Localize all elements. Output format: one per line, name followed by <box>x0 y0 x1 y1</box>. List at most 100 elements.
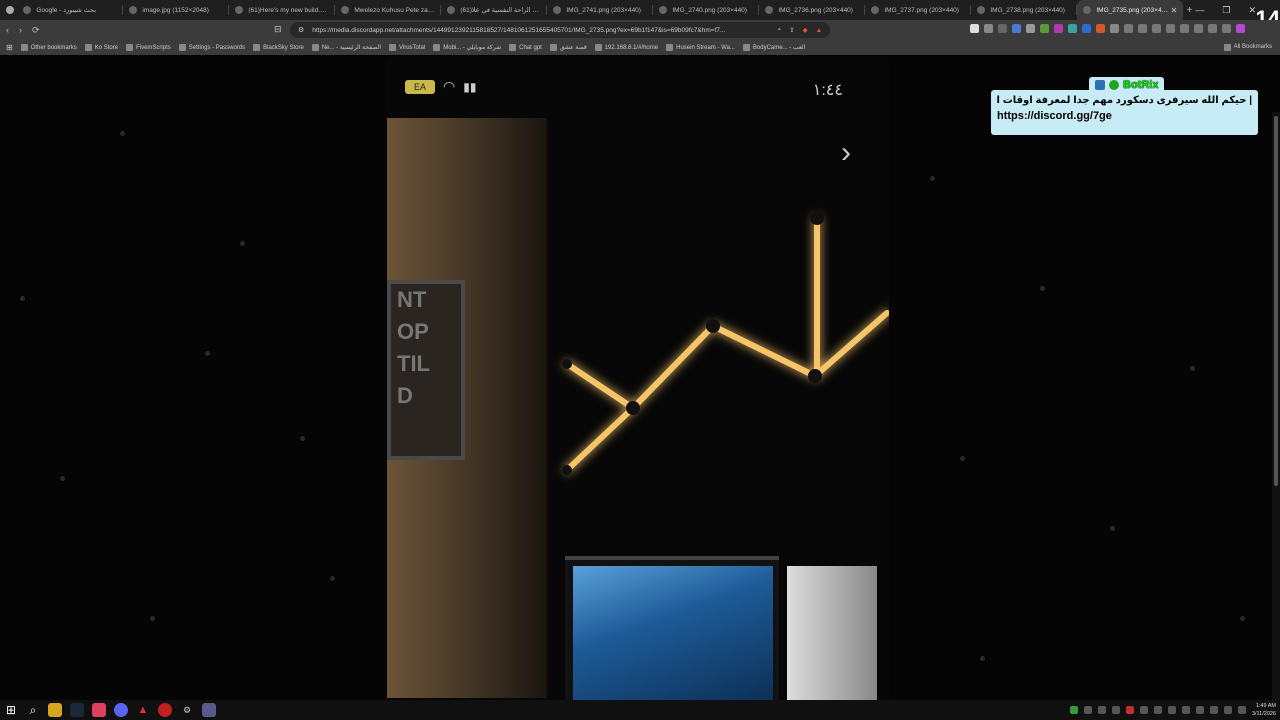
app-icon[interactable] <box>92 703 106 717</box>
image-view[interactable]: EA ◠ ▮▮ ١:٤٤ NT OP TIL D › <box>387 58 889 700</box>
extension-icon[interactable] <box>1194 24 1203 33</box>
share-icon[interactable]: ⇪ <box>789 26 794 34</box>
extension-icon[interactable] <box>1012 24 1021 33</box>
tray-icon[interactable] <box>1181 706 1190 714</box>
background-dot <box>20 296 25 301</box>
taskbar-clock[interactable]: 1:49 AM 3/11/2026 <box>1252 702 1276 718</box>
tray-icon[interactable] <box>1139 706 1148 714</box>
extension-icon[interactable] <box>1152 24 1161 33</box>
wifi-tray-icon[interactable] <box>1223 706 1232 714</box>
tray-icon[interactable] <box>1195 706 1204 714</box>
brave-rewards-icon[interactable]: ▲ <box>816 27 822 34</box>
settings-icon[interactable]: ⚙ <box>180 703 194 717</box>
apps-icon[interactable]: ⊞ <box>6 43 13 52</box>
bookmark-item[interactable]: BlackSky Store <box>253 44 304 51</box>
extension-icon[interactable] <box>1054 24 1063 33</box>
extension-icon[interactable] <box>1180 24 1189 33</box>
tray-icon[interactable] <box>1083 706 1092 714</box>
extension-icon[interactable] <box>998 24 1007 33</box>
all-bookmarks[interactable]: All Bookmarks <box>1223 40 1272 55</box>
new-tab-button[interactable]: + <box>1183 5 1195 16</box>
steam-icon[interactable] <box>70 703 84 717</box>
bookmark-item[interactable]: Husein Stream - Wa... <box>666 44 735 51</box>
extension-icon[interactable] <box>1110 24 1119 33</box>
browser-tab[interactable]: (61)Here's my new build.❤️😊 <box>229 0 336 20</box>
browser-tab[interactable]: IMG_2741.png (203×440) <box>547 0 654 20</box>
tray-icon[interactable] <box>1097 706 1106 714</box>
profile-icon[interactable] <box>1236 24 1245 33</box>
bookmark-item[interactable]: Other bookmarks <box>20 44 77 51</box>
browser-tab[interactable]: (61)أهمية الراحة النفسية في علا <box>441 0 548 20</box>
tab-favicon-icon <box>129 6 138 14</box>
bookmark-item[interactable]: VirusTotal <box>388 44 425 51</box>
tray-icon[interactable] <box>1069 706 1078 714</box>
tray-icon[interactable] <box>1167 706 1176 714</box>
browser-tab[interactable]: Mwelezo Kuhusu Pete za B... <box>335 0 442 20</box>
browser-tab[interactable]: IMG_2735.png (203×440) ✕ <box>1077 0 1184 20</box>
bookmark-item[interactable]: 192.168.8.1/#/home <box>594 44 659 51</box>
bookmark-label: Chat gpt <box>519 44 542 51</box>
back-icon[interactable]: ‹ <box>6 25 9 35</box>
tray-icon[interactable] <box>1153 706 1162 714</box>
url-text[interactable]: https://media.discordapp.net/attachments… <box>312 27 769 34</box>
app-icon[interactable]: ▲ <box>136 703 150 717</box>
extension-icon[interactable] <box>970 24 979 33</box>
background-dot <box>300 436 305 441</box>
tray-icon[interactable] <box>1125 706 1134 714</box>
zoom-icon[interactable]: ⌕ <box>777 26 781 34</box>
extension-icon[interactable] <box>1040 24 1049 33</box>
bookmark-item[interactable]: Ko Store <box>84 44 118 51</box>
windows-start-icon[interactable]: ⊞ <box>4 703 18 717</box>
app-icon[interactable] <box>202 703 216 717</box>
extension-icon[interactable] <box>1208 24 1217 33</box>
bookmark-item[interactable]: FivemScripts <box>126 44 171 51</box>
scrollbar-thumb[interactable] <box>1274 116 1278 486</box>
browser-tab[interactable]: IMG_2736.png (203×440) <box>759 0 866 20</box>
browser-menu-icon[interactable] <box>0 0 17 20</box>
brave-shield-icon[interactable]: ◆ <box>803 26 808 34</box>
bookmark-item[interactable]: BodyCame... - العب <box>742 44 806 51</box>
app-icon[interactable] <box>158 703 172 717</box>
extension-icon[interactable] <box>1124 24 1133 33</box>
extension-icon[interactable] <box>1138 24 1147 33</box>
bookmark-page-icon[interactable]: ⊟ <box>274 24 282 35</box>
bookmark-item[interactable]: قصة عشق <box>549 44 587 51</box>
chat-message-link[interactable]: https://discord.gg/7ge <box>997 110 1252 122</box>
tray-icon[interactable] <box>1111 706 1120 714</box>
extension-icon[interactable] <box>1068 24 1077 33</box>
extension-icon[interactable] <box>1166 24 1175 33</box>
extension-icon[interactable] <box>1222 24 1231 33</box>
bookmark-label: قصة عشق <box>559 45 587 51</box>
site-info-icon[interactable]: ⚙ <box>298 26 304 34</box>
browser-tab[interactable]: image.jpg (1152×2048) <box>123 0 230 20</box>
tray-icon[interactable] <box>1209 706 1218 714</box>
discord-icon[interactable] <box>114 703 128 717</box>
bookmark-item[interactable]: Ne... - الصفحة الرئيسية <box>311 44 381 51</box>
bookmark-label: 192.168.8.1/#/home <box>604 44 659 51</box>
extension-icon[interactable] <box>1026 24 1035 33</box>
maximize-button[interactable]: ❐ <box>1222 5 1230 16</box>
next-arrow-icon[interactable]: › <box>841 136 851 170</box>
browser-tab[interactable]: IMG_2740.png (203×440) <box>653 0 760 20</box>
bookmark-item[interactable]: Chat gpt <box>509 44 542 51</box>
close-tab-icon[interactable]: ✕ <box>1171 6 1178 15</box>
search-icon[interactable]: ⌕ <box>26 703 40 717</box>
browser-tab[interactable]: IMG_2737.png (203×440) <box>865 0 972 20</box>
minimize-button[interactable]: — <box>1195 5 1204 15</box>
browser-tab[interactable]: IMG_2738.png (203×440) <box>971 0 1078 20</box>
extension-icon[interactable] <box>984 24 993 33</box>
background-dot <box>960 456 965 461</box>
address-bar[interactable]: ⚙ https://media.discordapp.net/attachmen… <box>290 22 830 38</box>
bookmark-item[interactable]: Mobi... - شركة موبايلي <box>433 44 501 51</box>
volume-icon[interactable] <box>1237 706 1246 714</box>
extension-icon[interactable] <box>1082 24 1091 33</box>
background-dot <box>1040 286 1045 291</box>
extension-icon[interactable] <box>1096 24 1105 33</box>
file-explorer-icon[interactable] <box>48 703 62 717</box>
browser-tab[interactable]: Google - بحث شيبورد <box>17 0 124 20</box>
bookmark-label: BodyCame... - العب <box>752 45 806 51</box>
reload-icon[interactable]: ⟳ <box>32 25 40 36</box>
forward-icon[interactable]: › <box>19 25 22 35</box>
bookmark-label: FivemScripts <box>136 44 171 51</box>
bookmark-item[interactable]: Settings - Passwords <box>178 44 245 51</box>
